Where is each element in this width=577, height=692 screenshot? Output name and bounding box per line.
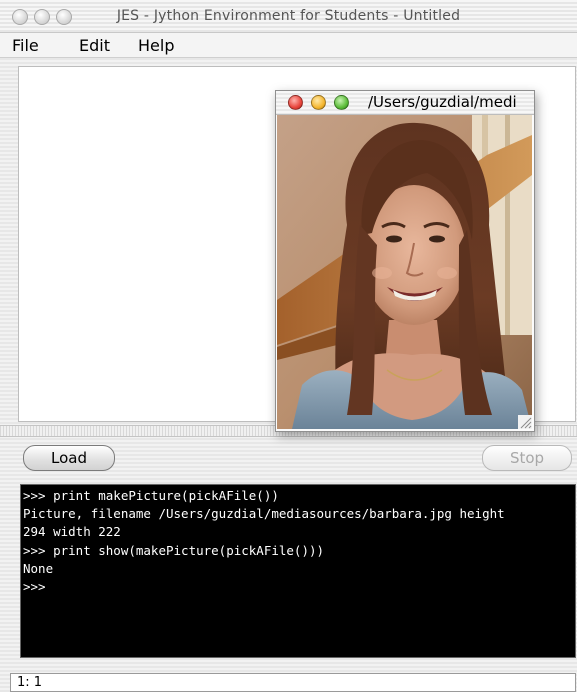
console-line: None xyxy=(23,560,54,576)
window-title: JES - Jython Environment for Students - … xyxy=(116,8,461,24)
console-line: Picture, filename /Users/guzdial/mediaso… xyxy=(23,506,505,522)
picture-close-button[interactable] xyxy=(288,95,303,110)
picture-window-title: /Users/guzdial/medi xyxy=(368,93,517,111)
picture-minimize-button[interactable] xyxy=(311,95,326,110)
command-console[interactable]: >>> print makePicture(pickAFile()) Pictu… xyxy=(20,484,576,658)
menu-file[interactable]: File xyxy=(12,36,39,55)
menu-bar: File Edit Help xyxy=(0,33,577,58)
resize-grip-icon[interactable] xyxy=(518,415,532,429)
load-button[interactable]: Load xyxy=(23,445,115,471)
menu-edit[interactable]: Edit xyxy=(79,36,110,55)
console-prompt: >>> xyxy=(23,579,46,595)
menu-help[interactable]: Help xyxy=(138,36,174,55)
picture-title-bar[interactable]: /Users/guzdial/medi xyxy=(276,91,534,115)
picture-zoom-button[interactable] xyxy=(334,95,349,110)
console-line: >>> print makePicture(pickAFile()) xyxy=(23,488,279,503)
portrait-photo xyxy=(277,115,532,429)
console-line: >>> print show(makePicture(pickAFile())) xyxy=(23,542,325,558)
cursor-position-status: 1: 1 xyxy=(10,673,576,692)
jes-main-window: JES - Jython Environment for Students - … xyxy=(0,0,577,692)
stop-button[interactable]: Stop xyxy=(482,445,572,471)
title-bar: JES - Jython Environment for Students - … xyxy=(0,0,577,33)
picture-viewer-window: /Users/guzdial/medi xyxy=(275,90,535,432)
console-line: 294 width 222 xyxy=(23,524,121,540)
